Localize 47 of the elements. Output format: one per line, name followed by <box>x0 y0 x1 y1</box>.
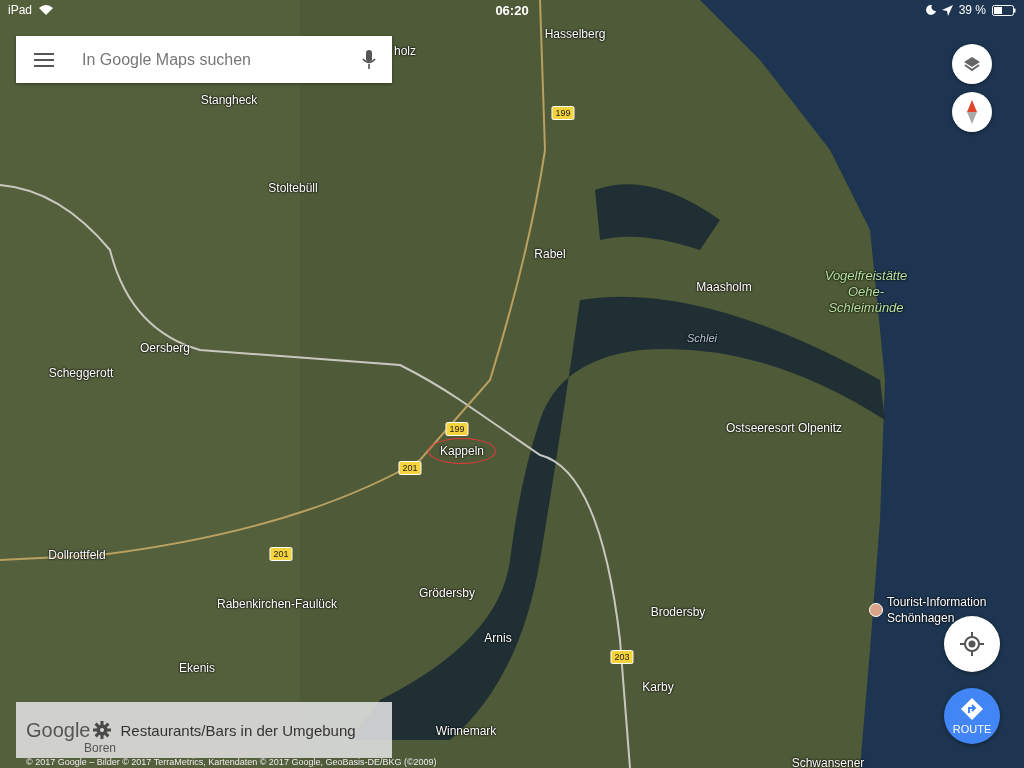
place-label: Winnemark <box>435 724 497 738</box>
moon-icon <box>925 5 936 15</box>
road-number-sign: 201 <box>398 461 422 475</box>
directions-icon <box>961 697 983 720</box>
place-label: Grödersby <box>419 586 475 600</box>
clock-time: 06:20 <box>495 2 529 18</box>
place-label: Dollrottfeld <box>48 548 106 562</box>
place-label: Tourist-Information Schönhagen <box>887 594 988 626</box>
place-label: Stangheck <box>200 93 258 107</box>
place-label: Karby <box>642 680 674 694</box>
place-label: Arnis <box>484 631 512 645</box>
search-field[interactable]: In Google Maps suchen <box>80 49 336 70</box>
place-label: Schlei <box>687 332 717 344</box>
place-label: Stoltebüll <box>268 181 318 195</box>
gear-icon <box>92 721 111 739</box>
place-label: Maasholm <box>696 280 752 294</box>
menu-icon[interactable] <box>34 52 54 67</box>
battery-percent: 39 % <box>958 3 986 17</box>
suggestion-text: Restaurants/Bars in der Umgebung <box>120 721 356 739</box>
road-number-sign: 201 <box>269 547 293 561</box>
attribution-text: © 2017 Google – Bilder © 2017 TerraMetrics, Kartendaten © 2017 Google, GeoBasis-DE/BKG (©2009) <box>26 757 437 767</box>
place-label: Brodersby <box>650 605 706 619</box>
battery-icon <box>992 4 1016 16</box>
place-label: Vogelfreistätte Oehe-Schleimünde <box>823 268 909 316</box>
road-number-sign: 199 <box>445 422 469 436</box>
place-label: Boren <box>84 741 116 755</box>
wifi-icon <box>38 4 55 16</box>
location-arrow-icon <box>941 4 953 16</box>
place-label: Rabel <box>534 247 566 261</box>
road-number-sign: 199 <box>551 106 575 120</box>
device-name: iPad <box>8 3 33 17</box>
place-label: Ostseeresort Olpenitz <box>726 421 842 435</box>
logo: Google <box>26 718 91 742</box>
road-number-sign: 203 <box>610 650 634 664</box>
crosshair-icon <box>960 632 984 656</box>
place-label: Scheggerott <box>48 366 114 380</box>
compass-icon <box>966 100 978 124</box>
place-label: holz <box>394 44 416 58</box>
place-label: Oersberg <box>140 341 190 355</box>
search-bar[interactable]: In Google Maps suchen <box>16 36 392 83</box>
place-label: Kappeln <box>440 444 484 458</box>
layers-icon <box>962 54 982 74</box>
place-label: Rabenkirchen-Faulück <box>216 597 338 611</box>
place-label: Ekenis <box>179 661 215 675</box>
place-label: Schwansener <box>791 756 865 768</box>
microphone-icon[interactable] <box>362 49 376 70</box>
place-label: Hasselberg <box>544 27 606 41</box>
